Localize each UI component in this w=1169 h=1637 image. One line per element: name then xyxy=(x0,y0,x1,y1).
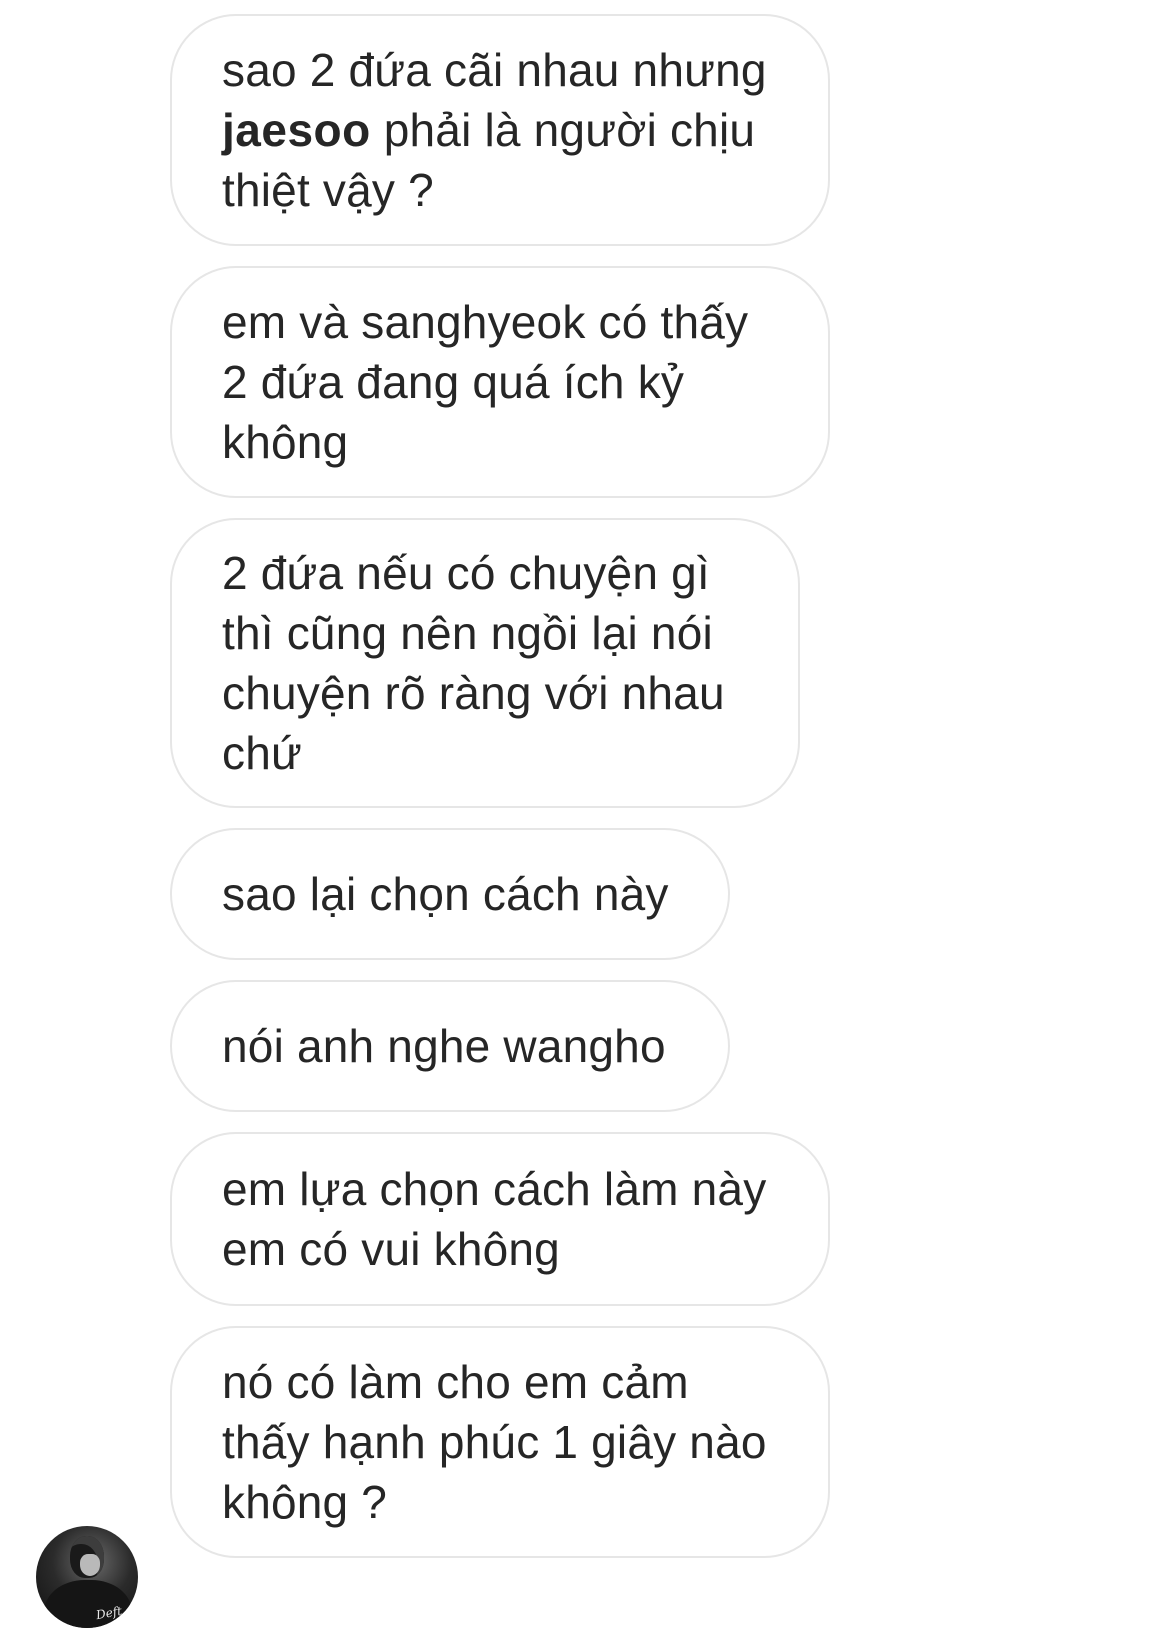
message-text: nó có làm cho em cảm thấy hạnh phúc 1 gi… xyxy=(222,1356,767,1528)
sender-avatar[interactable]: Deft xyxy=(36,1526,138,1628)
message-text: sao lại chọn cách này xyxy=(222,868,669,920)
message-text: 2 đứa nếu có chuyện gì thì cũng nên ngồi… xyxy=(222,547,725,779)
message-bubble[interactable]: 2 đứa nếu có chuyện gì thì cũng nên ngồi… xyxy=(170,518,800,808)
message-text: em và sanghyeok có thấy 2 đứa đang quá í… xyxy=(222,296,749,468)
message-bubble[interactable]: nó có làm cho em cảm thấy hạnh phúc 1 gi… xyxy=(170,1326,830,1558)
message-text: nói anh nghe wangho xyxy=(222,1020,666,1072)
message-bubble[interactable]: sao 2 đứa cãi nhau nhưng jaesoo phải là … xyxy=(170,14,830,246)
mention-jaesoo[interactable]: jaesoo xyxy=(222,104,371,156)
message-bubble[interactable]: em lựa chọn cách làm này em có vui không xyxy=(170,1132,830,1306)
message-bubble[interactable]: nói anh nghe wangho xyxy=(170,980,730,1112)
message-text: em lựa chọn cách làm này em có vui không xyxy=(222,1163,767,1275)
message-thread: sao 2 đứa cãi nhau nhưng jaesoo phải là … xyxy=(0,0,1169,1637)
message-bubble[interactable]: em và sanghyeok có thấy 2 đứa đang quá í… xyxy=(170,266,830,498)
avatar-face-shape xyxy=(80,1554,100,1576)
message-text: sao 2 đứa cãi nhau nhưng jaesoo phải là … xyxy=(222,44,767,216)
message-bubble[interactable]: sao lại chọn cách này xyxy=(170,828,730,960)
